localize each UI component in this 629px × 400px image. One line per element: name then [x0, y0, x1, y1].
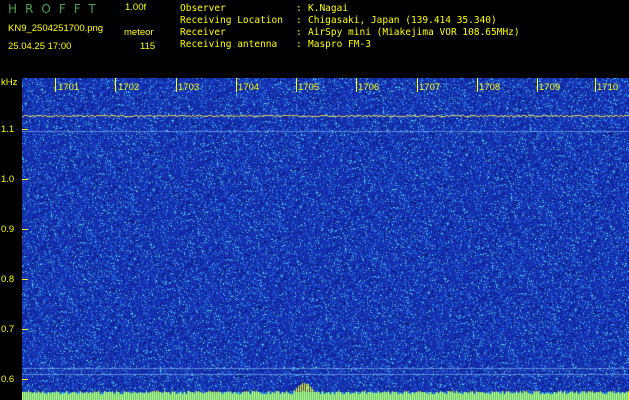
x-tick-label: 1701 — [58, 82, 80, 93]
y-tick-label: 0.8 — [1, 274, 15, 285]
antenna-key: Receiving antenna — [180, 39, 278, 50]
app-version: 1.00f — [125, 2, 147, 13]
receiver-key: Receiver — [180, 27, 226, 38]
x-tick-label: 1704 — [238, 82, 260, 93]
y-tick-label: 0.7 — [1, 324, 15, 335]
y-tick-label: 0.6 — [1, 374, 15, 385]
y-tick-mark — [22, 179, 28, 180]
y-tick-mark — [22, 379, 28, 380]
x-tick-mark — [477, 78, 478, 92]
antenna-value: Maspro FM-3 — [308, 39, 371, 50]
x-tick-label: 1707 — [419, 82, 441, 93]
x-tick-label: 1706 — [358, 82, 380, 93]
app-title: HROFFT — [8, 2, 104, 16]
y-tick-label: 0.9 — [1, 224, 15, 235]
x-tick-mark — [417, 78, 418, 92]
x-tick-mark — [356, 78, 357, 92]
mode-label: meteor — [124, 27, 154, 38]
x-tick-label: 1708 — [479, 82, 501, 93]
y-tick-mark — [22, 329, 28, 330]
x-tick-mark — [115, 78, 116, 92]
colon: : — [296, 27, 302, 38]
spectrogram-plot — [22, 78, 629, 400]
colon: : — [296, 39, 302, 50]
x-tick-label: 1702 — [118, 82, 140, 93]
x-tick-mark — [236, 78, 237, 92]
echo-count: 115 — [140, 41, 156, 52]
x-tick-label: 1709 — [539, 82, 561, 93]
location-value: Chigasaki, Japan (139.414 35.340) — [308, 15, 497, 26]
y-tick-mark — [22, 279, 28, 280]
x-tick-mark — [537, 78, 538, 92]
colon: : — [296, 3, 302, 14]
location-key: Receiving Location — [180, 15, 283, 26]
observer-value: K.Nagai — [308, 3, 349, 14]
y-tick-mark — [22, 129, 28, 130]
receiver-value: AirSpy mini (Miakejima VOR 108.65MHz) — [308, 27, 520, 38]
x-tick-mark — [595, 78, 596, 92]
x-tick-mark — [296, 78, 297, 92]
x-tick-label: 1705 — [298, 82, 320, 93]
colon: : — [296, 15, 302, 26]
observer-key: Observer — [180, 3, 226, 14]
x-tick-mark — [176, 78, 177, 92]
x-tick-label: 1710 — [597, 82, 619, 93]
x-tick-mark — [55, 78, 56, 92]
capture-datetime: 25.04.25 17:00 — [8, 41, 72, 52]
y-axis-unit: kHz — [1, 77, 18, 88]
y-tick-label: 1.0 — [1, 174, 15, 185]
hrofft-window: HROFFT 1.00f KN9_2504251700.png meteor 2… — [0, 0, 629, 400]
x-tick-label: 1703 — [178, 82, 200, 93]
y-tick-mark — [22, 229, 28, 230]
y-tick-label: 1.1 — [1, 124, 15, 135]
file-name: KN9_2504251700.png — [8, 23, 104, 34]
